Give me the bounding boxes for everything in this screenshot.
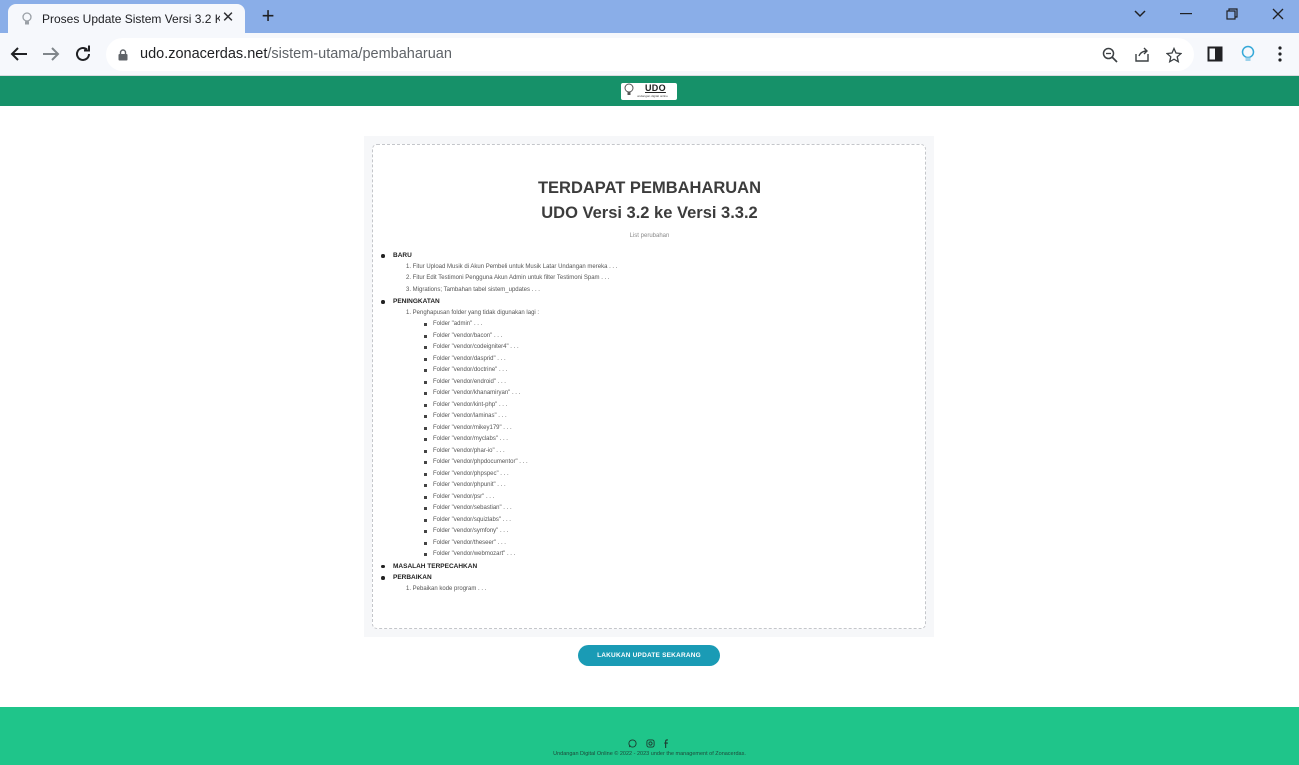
list-item: 1. Penghapusan folder yang tidak digunak… — [406, 309, 540, 316]
list-item: 1. Pebaikan kode program . . . — [406, 585, 487, 592]
folder-item: Folder "vendor/khanamiryan" . . . — [380, 388, 910, 400]
extension-bulb-icon[interactable] — [1237, 43, 1259, 65]
folder-item: Folder "vendor/phar-io" . . . — [380, 446, 910, 458]
list-item: 1. Fitur Upload Musik di Akun Pembeli un… — [406, 263, 618, 270]
folder-item: Folder "vendor/endroid" . . . — [380, 377, 910, 389]
changelog-list: BARU 1. Fitur Upload Musik di Akun Pembe… — [380, 250, 910, 595]
folder-item: Folder "vendor/squizlabs" . . . — [380, 515, 910, 527]
side-panel-icon[interactable] — [1204, 43, 1226, 65]
bookmark-star-icon[interactable] — [1164, 45, 1184, 65]
section-masalah-terpecahkan: MASALAH TERPECAHKAN — [380, 561, 910, 573]
update-now-button[interactable]: LAKUKAN UPDATE SEKARANG — [578, 645, 720, 666]
close-tab-icon[interactable]: ✕ — [221, 10, 235, 25]
folder-item: Folder "vendor/phpdocumentor" . . . — [380, 457, 910, 469]
address-bar[interactable]: udo.zonacerdas.net/sistem-utama/pembahar… — [106, 38, 1194, 71]
section-baru: BARU — [380, 250, 910, 262]
folder-item: Folder "vendor/phpspec" . . . — [380, 469, 910, 481]
folder-item: Folder "vendor/dasprid" . . . — [380, 354, 910, 366]
url-text: udo.zonacerdas.net/sistem-utama/pembahar… — [140, 46, 452, 62]
back-icon[interactable] — [7, 42, 31, 66]
url-host: udo.zonacerdas.net — [140, 46, 268, 62]
logo-subtext: undangan digital online — [637, 94, 668, 98]
folder-item: Folder "vendor/doctrine" . . . — [380, 365, 910, 377]
folder-item: Folder "vendor/theseer" . . . — [380, 538, 910, 550]
lock-icon[interactable] — [118, 48, 128, 66]
restore-icon[interactable] — [1220, 4, 1244, 24]
url-path: /sistem-utama/pembaharuan — [267, 46, 452, 62]
logo-bulb-icon — [624, 83, 634, 101]
section-peningkatan: PENINGKATAN — [380, 296, 910, 308]
folder-item: Folder "admin" . . . — [380, 319, 910, 331]
section-perbaikan: PERBAIKAN — [380, 572, 910, 584]
tab-title: Proses Update Sistem Versi 3.2 Ke Versi … — [42, 11, 220, 26]
folder-item: Folder "vendor/kint-php" . . . — [380, 400, 910, 412]
folder-item: Folder "vendor/sebastian" . . . — [380, 503, 910, 515]
folder-item: Folder "vendor/codeigniter4" . . . — [380, 342, 910, 354]
tab-search-icon[interactable] — [1128, 4, 1152, 24]
reload-icon[interactable] — [71, 42, 95, 66]
copyright-text: Undangan Digital Online © 2022 - 2023 un… — [553, 751, 746, 757]
folder-item: Folder "vendor/myclabs" . . . — [380, 434, 910, 446]
lightbulb-favicon-icon — [20, 11, 34, 26]
page-title: TERDAPAT PEMBAHARUAN — [537, 179, 762, 197]
list-item: 2. Fitur Edit Testimoni Pengguna Akun Ad… — [406, 275, 610, 281]
site-logo[interactable]: UDO undangan digital online — [621, 83, 677, 100]
folder-item: Folder "vendor/laminas" . . . — [380, 411, 910, 423]
new-tab-icon[interactable]: + — [258, 5, 278, 27]
folder-item: Folder "vendor/webmozart" . . . — [380, 549, 910, 561]
close-window-icon[interactable] — [1266, 4, 1290, 24]
browser-toolbar: udo.zonacerdas.net/sistem-utama/pembahar… — [0, 33, 1299, 76]
logo-text: UDO — [645, 83, 666, 93]
facebook-icon[interactable] — [662, 738, 672, 748]
version-title: UDO Versi 3.2 ke Versi 3.3.2 — [541, 204, 758, 222]
instagram-icon[interactable] — [645, 738, 655, 748]
browser-tab[interactable]: Proses Update Sistem Versi 3.2 Ke Versi … — [8, 4, 245, 33]
whatsapp-icon[interactable] — [627, 738, 637, 748]
list-item: 3. Migrations; Tambahan tabel sistem_upd… — [406, 286, 540, 293]
forward-icon[interactable] — [39, 42, 63, 66]
folder-item: Folder "vendor/bacon" . . . — [380, 331, 910, 343]
minimize-icon[interactable] — [1174, 4, 1198, 24]
folder-item: Folder "vendor/psr" . . . — [380, 492, 910, 504]
zoom-icon[interactable] — [1100, 45, 1120, 65]
changelog-subtitle: List perubahan — [629, 233, 670, 239]
share-icon[interactable] — [1132, 45, 1152, 65]
menu-kebab-icon[interactable] — [1269, 43, 1291, 65]
browser-tab-strip: Proses Update Sistem Versi 3.2 Ke Versi … — [0, 0, 1299, 33]
folder-item: Folder "vendor/mikey179" . . . — [380, 423, 910, 435]
folder-item: Folder "vendor/phpunit" . . . — [380, 480, 910, 492]
folder-item: Folder "vendor/symfony" . . . — [380, 526, 910, 538]
